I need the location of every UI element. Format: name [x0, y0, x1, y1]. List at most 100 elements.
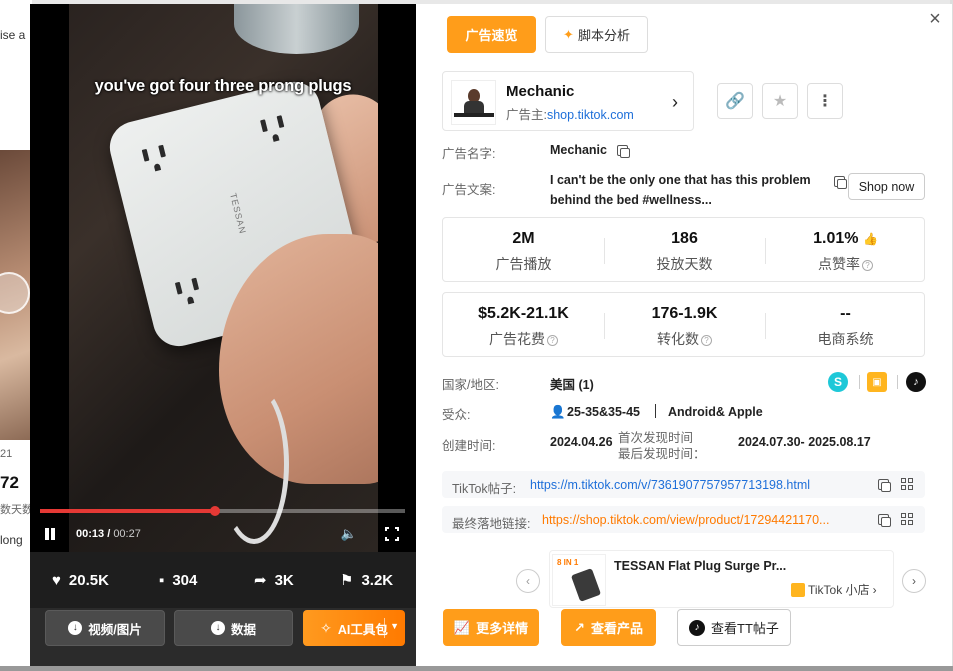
download-icon: ↓	[210, 621, 225, 635]
external-link-icon: ↗	[574, 619, 585, 635]
saves-stat: ⚑ 3.2K	[340, 572, 393, 589]
help-icon[interactable]: ?	[547, 334, 558, 346]
copy-icon[interactable]	[878, 514, 891, 527]
favorite-button[interactable]: ★	[762, 83, 798, 119]
s-platform-icon[interactable]: S	[828, 372, 848, 392]
view-product-button[interactable]: ↗ 查看产品	[561, 609, 656, 646]
volume-icon[interactable]: 🔈	[340, 526, 358, 542]
ad-copy-label: 广告文案:	[442, 183, 496, 197]
data-button[interactable]: ↓ 数据	[174, 610, 293, 646]
divider	[859, 375, 860, 389]
shop-bag-icon[interactable]: ▣	[867, 372, 887, 392]
product-shop-name: TikTok 小店	[808, 583, 870, 597]
product-thumb-tag: 8 IN 1	[557, 558, 579, 567]
advertiser-card[interactable]: Mechanic 广告主:shop.tiktok.com ›	[442, 71, 694, 131]
metric-caption-wrap: 转化数?	[604, 329, 765, 349]
help-icon[interactable]: ?	[862, 259, 873, 271]
copy-icon[interactable]	[878, 479, 891, 492]
cable-image	[219, 384, 289, 544]
water-bottle-image	[234, 4, 359, 54]
metric-caption: 广告播放	[495, 256, 552, 272]
shares-stat: ➦ 3K	[254, 572, 294, 589]
background-text: 72	[0, 473, 19, 492]
caret-down-icon[interactable]: ▼	[390, 621, 399, 631]
qr-code-icon[interactable]	[901, 513, 913, 525]
last-seen-label: 最后发现时间：	[618, 447, 706, 461]
outlet-icon	[138, 142, 172, 178]
metric-caption-wrap: 广告花费?	[443, 329, 604, 349]
product-card[interactable]: 8 IN 1 TESSAN Flat Plug Surge Pr... TikT…	[549, 550, 894, 608]
qr-code-icon[interactable]	[901, 478, 913, 490]
ad-copy-text: I can't be the only one that has this pr…	[550, 173, 811, 207]
country-value: 美国 (1)	[550, 378, 594, 392]
metric-value: 176-1.9K	[651, 305, 718, 322]
ad-detail-pane: × 广告速览 ✦ 脚本分析 Mechanic 广告主:shop.tiktok.c…	[416, 4, 952, 666]
comments-count: 304	[172, 572, 198, 589]
background-page-bottom	[0, 666, 953, 671]
metrics-row-1: 2M 广告播放 186 投放天数 1.01% 👍 点赞率?	[442, 217, 925, 282]
more-button[interactable]: ⋮	[807, 83, 843, 119]
copy-icon[interactable]	[617, 145, 630, 158]
link-icon: 🔗	[725, 93, 745, 110]
more-details-button[interactable]: 📈 更多详情	[443, 609, 539, 646]
link-button[interactable]: 🔗	[717, 83, 753, 119]
ad-name: Mechanic	[550, 143, 607, 157]
time-separator: /	[104, 528, 114, 540]
tab-ad-overview[interactable]: 广告速览	[447, 16, 536, 53]
chevron-right-icon[interactable]: ›	[902, 569, 926, 593]
video-progress-bar[interactable]	[40, 506, 405, 516]
advertiser-name: Mechanic	[506, 83, 575, 100]
divider	[897, 375, 898, 389]
metric-value: 2M	[512, 230, 535, 247]
video-stats-bar: ♥ 20.5K ▪ 304 ➦ 3K ⚑ 3.2K	[30, 552, 416, 608]
outlet-icon	[171, 275, 205, 311]
divider	[655, 404, 656, 418]
heart-icon: ♥	[52, 571, 61, 589]
star-icon: ★	[772, 93, 788, 110]
advertiser-line: 广告主:shop.tiktok.com	[506, 104, 634, 123]
fullscreen-icon[interactable]	[384, 526, 400, 542]
view-tt-post-label: 查看TT帖子	[711, 621, 779, 636]
shop-icon	[791, 582, 805, 597]
tiktok-icon[interactable]: ♪	[906, 372, 926, 392]
audience-label: 受众:	[442, 408, 471, 422]
data-label: 数据	[230, 622, 256, 637]
saves-count: 3.2K	[361, 572, 394, 589]
shop-now-cta[interactable]: Shop now	[848, 173, 925, 200]
country-label: 国家/地区:	[442, 378, 499, 392]
metric-run-days: 186 投放天数	[604, 218, 765, 283]
background-text: ise a	[0, 28, 26, 42]
tiktok-post-link[interactable]: https://m.tiktok.com/v/73619077579577131…	[530, 478, 870, 492]
bookmark-icon: ⚑	[340, 571, 354, 589]
current-time: 00:13	[76, 528, 105, 540]
metric-caption: 电商系统	[817, 331, 874, 347]
video-caption: you've got four three prong plugs	[94, 77, 352, 95]
chevron-left-icon[interactable]: ‹	[516, 569, 540, 593]
background-text: long	[0, 533, 23, 547]
advertiser-domain-link[interactable]: shop.tiktok.com	[547, 108, 634, 122]
video-pane: TESSAN you've got four three prong plugs…	[30, 4, 416, 666]
seen-range: 2024.07.30- 2025.08.17	[738, 435, 871, 449]
view-tt-post-button[interactable]: ♪ 查看TT帖子	[677, 609, 791, 646]
likes-stat: ♥ 20.5K	[52, 572, 109, 589]
close-icon[interactable]: ×	[926, 9, 944, 29]
chart-icon: 📈	[453, 619, 471, 635]
help-icon[interactable]: ?	[701, 334, 712, 346]
copy-icon[interactable]	[834, 176, 847, 189]
landing-link[interactable]: https://shop.tiktok.com/view/product/172…	[542, 513, 852, 527]
device-brand: TESSAN	[228, 192, 248, 236]
product-thumbnail: 8 IN 1	[552, 554, 606, 606]
advertiser-avatar	[451, 80, 496, 125]
tab-script-analysis[interactable]: ✦ 脚本分析	[545, 16, 648, 53]
ad-name-label: 广告名字:	[442, 147, 496, 161]
ai-tools-button[interactable]: ✧ AI工具包 ▼	[303, 610, 405, 646]
tiktok-icon: ♪	[689, 619, 706, 636]
video-image-button[interactable]: ↓ 视频/图片	[45, 610, 165, 646]
ad-detail-modal: TESSAN you've got four three prong plugs…	[30, 4, 952, 666]
product-carousel: ‹ 8 IN 1 TESSAN Flat Plug Surge Pr... Ti…	[516, 547, 926, 609]
pause-icon[interactable]	[42, 526, 58, 542]
metric-ad-plays: 2M 广告播放	[443, 218, 604, 283]
product-shop-link[interactable]: TikTok 小店 ›	[791, 581, 877, 598]
comment-icon: ▪	[159, 571, 165, 589]
metric-value: --	[840, 305, 851, 322]
